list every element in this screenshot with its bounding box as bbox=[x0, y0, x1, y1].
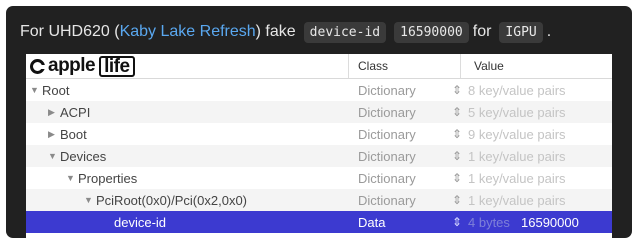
plist-editor: apple life Class Value ▼ Root Dictionary… bbox=[26, 54, 612, 238]
stepper-icon[interactable]: ⇕ bbox=[452, 167, 462, 189]
caption: For UHD620 (Kaby Lake Refresh) fake devic… bbox=[20, 20, 551, 44]
row-class[interactable]: Dictionary bbox=[358, 145, 416, 167]
disclosure-expanded-icon[interactable]: ▼ bbox=[30, 85, 42, 95]
logo-word-apple: apple bbox=[48, 55, 96, 76]
row-class[interactable]: Dictionary bbox=[358, 101, 416, 123]
caption-prefix: For UHD620 ( bbox=[20, 23, 120, 40]
plist-row-devices[interactable]: ▼ Devices Dictionary ⇕ 1 key/value pairs bbox=[26, 145, 612, 167]
stepper-icon[interactable]: ⇕ bbox=[452, 79, 462, 101]
row-value: 1 key/value pairs bbox=[468, 170, 566, 186]
row-key: Root bbox=[42, 82, 70, 98]
caption-link[interactable]: Kaby Lake Refresh bbox=[120, 23, 256, 41]
apple-life-logo-icon bbox=[30, 58, 46, 74]
row-class[interactable]: Dictionary bbox=[358, 79, 416, 101]
logo-word-life: life bbox=[99, 55, 135, 77]
stepper-icon[interactable]: ⇕ bbox=[452, 189, 462, 211]
stepper-icon[interactable]: ⇕ bbox=[452, 145, 462, 167]
row-key: ACPI bbox=[60, 104, 91, 120]
disclosure-expanded-icon[interactable]: ▼ bbox=[66, 173, 78, 183]
row-class[interactable]: Dictionary bbox=[358, 123, 416, 145]
caption-suffix: . bbox=[546, 23, 552, 40]
row-key[interactable]: device-id bbox=[114, 215, 166, 230]
applelife-logo: apple life bbox=[30, 55, 135, 77]
row-class[interactable]: Dictionary bbox=[358, 189, 416, 211]
disclosure-expanded-icon[interactable]: ▼ bbox=[84, 195, 96, 205]
caption-code-target: IGPU bbox=[499, 21, 543, 43]
plist-row-boot[interactable]: ▶ Boot Dictionary ⇕ 9 key/value pairs bbox=[26, 123, 612, 145]
plist-row-device-id[interactable]: device-id Data ⇕ 4 bytes 16590000 bbox=[26, 211, 612, 233]
row-value: 1 key/value pairs bbox=[468, 148, 566, 164]
caption-code-value: 16590000 bbox=[394, 21, 469, 43]
plist-row-properties[interactable]: ▼ Properties Dictionary ⇕ 1 key/value pa… bbox=[26, 167, 612, 189]
stepper-icon[interactable]: ⇕ bbox=[452, 101, 462, 123]
caption-middle: ) fake bbox=[255, 23, 296, 40]
row-key: Properties bbox=[78, 170, 138, 186]
plist-row-root[interactable]: ▼ Root Dictionary ⇕ 8 key/value pairs bbox=[26, 79, 612, 101]
disclosure-collapsed-icon[interactable]: ▶ bbox=[48, 129, 60, 140]
screenshot-frame: For UHD620 (Kaby Lake Refresh) fake devic… bbox=[6, 6, 632, 238]
caption-code-key: device-id bbox=[303, 21, 387, 43]
row-key: PciRoot(0x0)/Pci(0x2,0x0) bbox=[96, 192, 247, 208]
stepper-icon[interactable]: ⇕ bbox=[452, 211, 462, 233]
plist-row-acpi[interactable]: ▶ ACPI Dictionary ⇕ 5 key/value pairs bbox=[26, 101, 612, 123]
disclosure-collapsed-icon[interactable]: ▶ bbox=[48, 107, 60, 118]
class-column-header[interactable]: Class bbox=[358, 59, 388, 73]
disclosure-expanded-icon[interactable]: ▼ bbox=[48, 151, 60, 161]
row-value-data[interactable]: 16590000 bbox=[521, 211, 579, 233]
value-column-header[interactable]: Value bbox=[474, 59, 504, 73]
column-separator[interactable] bbox=[348, 54, 349, 78]
row-key: Boot bbox=[60, 126, 87, 142]
row-value-size: 4 bytes bbox=[468, 214, 510, 230]
plist-header: apple life Class Value bbox=[26, 54, 612, 79]
caption-for: for bbox=[472, 23, 492, 40]
row-class[interactable]: Data bbox=[358, 211, 385, 233]
row-value: 1 key/value pairs bbox=[468, 192, 566, 208]
plist-row-pciroot[interactable]: ▼ PciRoot(0x0)/Pci(0x2,0x0) Dictionary ⇕… bbox=[26, 189, 612, 211]
row-class[interactable]: Dictionary bbox=[358, 167, 416, 189]
stepper-icon[interactable]: ⇕ bbox=[452, 123, 462, 145]
row-key: Devices bbox=[60, 148, 107, 164]
row-value: 5 key/value pairs bbox=[468, 104, 566, 120]
column-separator[interactable] bbox=[460, 54, 461, 78]
row-value: 9 key/value pairs bbox=[468, 126, 566, 142]
row-value: 8 key/value pairs bbox=[468, 82, 566, 98]
plist-rows: ▼ Root Dictionary ⇕ 8 key/value pairs ▶ … bbox=[26, 79, 612, 233]
